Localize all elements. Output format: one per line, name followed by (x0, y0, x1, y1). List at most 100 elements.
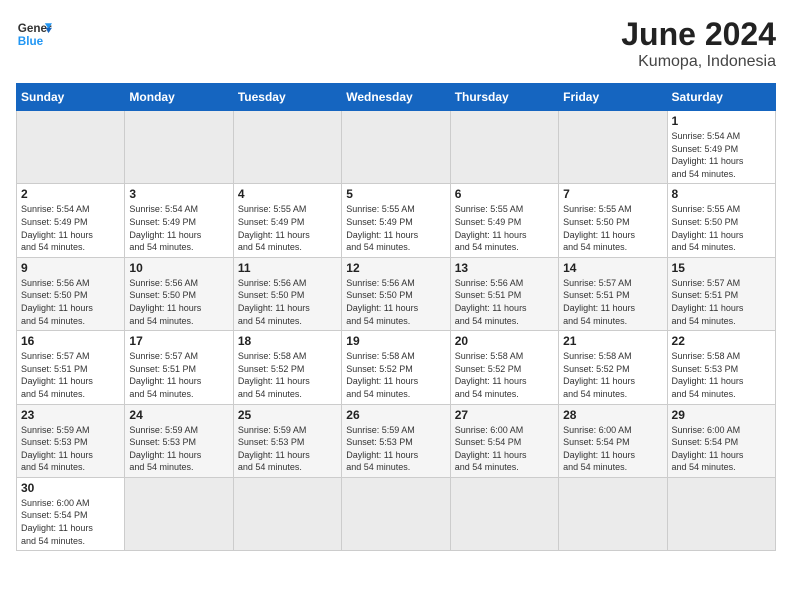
calendar-cell (125, 111, 233, 184)
day-number: 22 (672, 334, 771, 348)
calendar-cell: 30Sunrise: 6:00 AM Sunset: 5:54 PM Dayli… (17, 477, 125, 550)
day-number: 24 (129, 408, 228, 422)
day-info: Sunrise: 5:56 AM Sunset: 5:50 PM Dayligh… (21, 277, 120, 327)
month-year-title: June 2024 (621, 16, 776, 53)
weekday-header-saturday: Saturday (667, 84, 775, 111)
calendar-cell: 17 Sunrise: 5:57 AM Sunset: 5:51 PM Dayli… (125, 331, 233, 404)
calendar-cell: 13Sunrise: 5:56 AM Sunset: 5:51 PM Dayli… (450, 257, 558, 330)
day-info: Sunrise: 6:00 AM Sunset: 5:54 PM Dayligh… (563, 424, 662, 474)
day-number: 7 (563, 187, 662, 201)
calendar-cell: 9 Sunrise: 5:56 AM Sunset: 5:50 PM Daylig… (17, 257, 125, 330)
calendar-cell (559, 477, 667, 550)
day-info: Sunrise: 5:57 AM Sunset: 5:51 PM Dayligh… (563, 277, 662, 327)
day-info: Sunrise: 5:58 AM Sunset: 5:52 PM Dayligh… (455, 350, 554, 400)
calendar-cell: 10 Sunrise: 5:56 AM Sunset: 5:50 PM Dayli… (125, 257, 233, 330)
calendar-week-row: 30Sunrise: 6:00 AM Sunset: 5:54 PM Dayli… (17, 477, 776, 550)
day-number: 26 (346, 408, 445, 422)
day-info: Sunrise: 5:59 AM Sunset: 5:53 PM Dayligh… (21, 424, 120, 474)
calendar-cell (233, 477, 341, 550)
calendar-cell (125, 477, 233, 550)
calendar-week-row: 23 Sunrise: 5:59 AM Sunset: 5:53 PM Dayli… (17, 404, 776, 477)
day-info: Sunrise: 5:58 AM Sunset: 5:53 PM Dayligh… (672, 350, 771, 400)
day-number: 9 (21, 261, 120, 275)
weekday-header-friday: Friday (559, 84, 667, 111)
calendar-cell: 24Sunrise: 5:59 AM Sunset: 5:53 PM Dayli… (125, 404, 233, 477)
day-number: 19 (346, 334, 445, 348)
calendar-cell: 25Sunrise: 5:59 AM Sunset: 5:53 PM Dayli… (233, 404, 341, 477)
weekday-header-wednesday: Wednesday (342, 84, 450, 111)
calendar-week-row: 2 Sunrise: 5:54 AM Sunset: 5:49 PM Daylig… (17, 184, 776, 257)
calendar-cell: 7Sunrise: 5:55 AM Sunset: 5:50 PM Daylig… (559, 184, 667, 257)
svg-text:Blue: Blue (18, 35, 44, 48)
weekday-header-tuesday: Tuesday (233, 84, 341, 111)
day-number: 5 (346, 187, 445, 201)
calendar-cell (17, 111, 125, 184)
calendar-cell: 22 Sunrise: 5:58 AM Sunset: 5:53 PM Dayli… (667, 331, 775, 404)
day-info: Sunrise: 5:57 AM Sunset: 5:51 PM Dayligh… (129, 350, 228, 400)
calendar-week-row: 16 Sunrise: 5:57 AM Sunset: 5:51 PM Dayli… (17, 331, 776, 404)
calendar-cell: 28 Sunrise: 6:00 AM Sunset: 5:54 PM Dayli… (559, 404, 667, 477)
calendar-cell: 1 Sunrise: 5:54 AM Sunset: 5:49 PM Daylig… (667, 111, 775, 184)
day-number: 10 (129, 261, 228, 275)
calendar-cell: 2Sunrise: 5:54 AM Sunset: 5:49 PM Daylig… (17, 184, 125, 257)
day-number: 20 (455, 334, 554, 348)
day-info: Sunrise: 5:54 AM Sunset: 5:49 PM Dayligh… (672, 130, 771, 180)
day-number: 28 (563, 408, 662, 422)
day-info: Sunrise: 6:00 AM Sunset: 5:54 PM Dayligh… (455, 424, 554, 474)
day-info: Sunrise: 5:54 AM Sunset: 5:49 PM Dayligh… (129, 203, 228, 253)
day-info: Sunrise: 5:58 AM Sunset: 5:52 PM Dayligh… (563, 350, 662, 400)
day-number: 17 (129, 334, 228, 348)
day-info: Sunrise: 5:56 AM Sunset: 5:50 PM Dayligh… (238, 277, 337, 327)
day-info: Sunrise: 5:55 AM Sunset: 5:49 PM Dayligh… (238, 203, 337, 253)
day-info: Sunrise: 5:57 AM Sunset: 5:51 PM Dayligh… (672, 277, 771, 327)
calendar-table: SundayMondayTuesdayWednesdayThursdayFrid… (16, 83, 776, 551)
calendar-cell: 5 Sunrise: 5:55 AM Sunset: 5:49 PM Daylig… (342, 184, 450, 257)
day-info: Sunrise: 5:58 AM Sunset: 5:52 PM Dayligh… (238, 350, 337, 400)
day-number: 2 (21, 187, 120, 201)
day-info: Sunrise: 6:00 AM Sunset: 5:54 PM Dayligh… (672, 424, 771, 474)
weekday-header-sunday: Sunday (17, 84, 125, 111)
day-number: 11 (238, 261, 337, 275)
calendar-cell: 27 Sunrise: 6:00 AM Sunset: 5:54 PM Dayli… (450, 404, 558, 477)
day-number: 27 (455, 408, 554, 422)
day-info: Sunrise: 5:55 AM Sunset: 5:50 PM Dayligh… (672, 203, 771, 253)
calendar-cell: 11 Sunrise: 5:56 AM Sunset: 5:50 PM Dayli… (233, 257, 341, 330)
weekday-header-monday: Monday (125, 84, 233, 111)
calendar-week-row: 1 Sunrise: 5:54 AM Sunset: 5:49 PM Daylig… (17, 111, 776, 184)
calendar-cell: 29Sunrise: 6:00 AM Sunset: 5:54 PM Dayli… (667, 404, 775, 477)
calendar-cell: 16 Sunrise: 5:57 AM Sunset: 5:51 PM Dayli… (17, 331, 125, 404)
calendar-cell: 4 Sunrise: 5:55 AM Sunset: 5:49 PM Daylig… (233, 184, 341, 257)
day-info: Sunrise: 5:56 AM Sunset: 5:50 PM Dayligh… (129, 277, 228, 327)
day-info: Sunrise: 5:59 AM Sunset: 5:53 PM Dayligh… (346, 424, 445, 474)
calendar-cell (667, 477, 775, 550)
calendar-cell: 20 Sunrise: 5:58 AM Sunset: 5:52 PM Dayli… (450, 331, 558, 404)
day-info: Sunrise: 6:00 AM Sunset: 5:54 PM Dayligh… (21, 497, 120, 547)
calendar-cell: 14Sunrise: 5:57 AM Sunset: 5:51 PM Dayli… (559, 257, 667, 330)
location-title: Kumopa, Indonesia (621, 53, 776, 71)
day-number: 16 (21, 334, 120, 348)
calendar-cell: 3 Sunrise: 5:54 AM Sunset: 5:49 PM Daylig… (125, 184, 233, 257)
day-number: 21 (563, 334, 662, 348)
calendar-week-row: 9 Sunrise: 5:56 AM Sunset: 5:50 PM Daylig… (17, 257, 776, 330)
day-number: 23 (21, 408, 120, 422)
calendar-cell (559, 111, 667, 184)
calendar-cell (233, 111, 341, 184)
calendar-cell (450, 477, 558, 550)
calendar-cell: 26 Sunrise: 5:59 AM Sunset: 5:53 PM Dayli… (342, 404, 450, 477)
day-info: Sunrise: 5:55 AM Sunset: 5:49 PM Dayligh… (346, 203, 445, 253)
weekday-header-row: SundayMondayTuesdayWednesdayThursdayFrid… (17, 84, 776, 111)
calendar-cell: 15Sunrise: 5:57 AM Sunset: 5:51 PM Dayli… (667, 257, 775, 330)
weekday-header-thursday: Thursday (450, 84, 558, 111)
day-info: Sunrise: 5:57 AM Sunset: 5:51 PM Dayligh… (21, 350, 120, 400)
day-number: 25 (238, 408, 337, 422)
day-number: 8 (672, 187, 771, 201)
title-block: June 2024 Kumopa, Indonesia (621, 16, 776, 71)
day-info: Sunrise: 5:58 AM Sunset: 5:52 PM Dayligh… (346, 350, 445, 400)
calendar-cell: 8 Sunrise: 5:55 AM Sunset: 5:50 PM Daylig… (667, 184, 775, 257)
day-number: 1 (672, 114, 771, 128)
day-number: 4 (238, 187, 337, 201)
calendar-cell: 23 Sunrise: 5:59 AM Sunset: 5:53 PM Dayli… (17, 404, 125, 477)
day-number: 3 (129, 187, 228, 201)
page-header: General Blue June 2024 Kumopa, Indonesia (16, 16, 776, 71)
logo-icon: General Blue (16, 16, 52, 52)
